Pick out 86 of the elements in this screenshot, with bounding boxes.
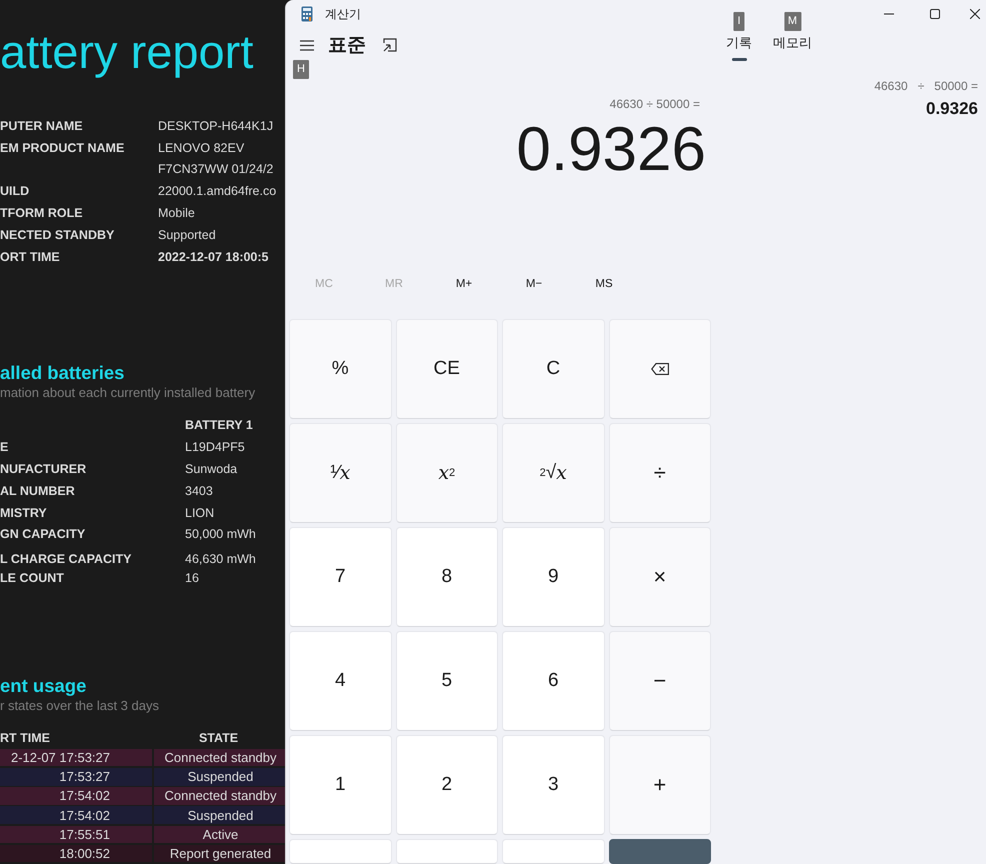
column-header: RT TIME bbox=[0, 730, 50, 747]
digit-key[interactable]: 9 bbox=[502, 527, 604, 627]
function-key[interactable]: CE bbox=[396, 319, 498, 419]
table-cell: Connected standby bbox=[154, 787, 285, 805]
function-key[interactable]: % bbox=[289, 319, 392, 419]
field-label: NECTED STANDBY bbox=[0, 228, 114, 242]
field-value: Mobile bbox=[158, 206, 195, 220]
memory-button[interactable]: M+ bbox=[429, 269, 499, 299]
keytip-badge: H bbox=[293, 60, 309, 79]
table-cell: 2-12-07 17:53:27 bbox=[0, 748, 152, 766]
operator-key[interactable]: + bbox=[608, 735, 711, 835]
field-value: Sunwoda bbox=[185, 462, 238, 476]
window-title: 계산기 bbox=[325, 6, 361, 22]
table-cell: Connected standby bbox=[154, 748, 285, 766]
field-label: GN CAPACITY bbox=[0, 527, 86, 542]
digit-key[interactable]: 1 bbox=[289, 735, 392, 835]
mode-title: 표준 bbox=[328, 34, 366, 58]
field-value: LION bbox=[185, 506, 214, 520]
field-label: EM PRODUCT NAME bbox=[0, 140, 124, 155]
digit-key[interactable]: 4 bbox=[289, 631, 392, 731]
table-cell: 18:00:52 bbox=[0, 844, 152, 862]
field-label: ORT TIME bbox=[0, 250, 60, 264]
digit-key[interactable]: 6 bbox=[502, 631, 604, 731]
field-label: MISTRY bbox=[0, 506, 47, 520]
menu-icon bbox=[300, 40, 314, 50]
field-value: 3403 bbox=[185, 484, 213, 498]
memory-button[interactable]: M− bbox=[499, 269, 569, 299]
keep-on-top-icon[interactable] bbox=[383, 38, 397, 52]
tab[interactable]: 기록 bbox=[726, 34, 752, 61]
field-label: PUTER NAME bbox=[0, 118, 83, 133]
keytip-badge: M bbox=[784, 12, 802, 31]
close-icon[interactable] bbox=[970, 9, 980, 19]
operator-key[interactable]: ÷ bbox=[608, 423, 711, 523]
field-label: LE COUNT bbox=[0, 571, 64, 586]
function-key[interactable]: ¹⁄x bbox=[289, 423, 392, 523]
tab[interactable]: 메모리 bbox=[773, 34, 812, 61]
function-key[interactable]: x$^{2}$ bbox=[396, 423, 498, 523]
table-cell: Suspended bbox=[154, 768, 285, 786]
field-label: NUFACTURER bbox=[0, 462, 86, 476]
history-result[interactable]: 0.9326 bbox=[926, 99, 978, 119]
field-label: UILD bbox=[0, 184, 30, 198]
digit-key[interactable]: 5 bbox=[396, 631, 498, 731]
field-label: E bbox=[0, 440, 8, 454]
expression-text: 46630 ÷ 50000 = bbox=[610, 96, 700, 112]
digit-key[interactable]: 7 bbox=[289, 527, 392, 627]
field-value: 46,630 mWh bbox=[185, 552, 256, 566]
operator-key[interactable]: × bbox=[608, 527, 711, 627]
calculator-icon bbox=[301, 6, 313, 22]
field-label: L CHARGE CAPACITY bbox=[0, 552, 132, 566]
column-header: BATTERY 1 bbox=[185, 418, 253, 432]
section-heading: alled batteries bbox=[0, 362, 124, 384]
section-subtitle: r states over the last 3 days bbox=[0, 696, 159, 715]
digit-key[interactable]: 2 bbox=[396, 735, 498, 835]
section-heading: ent usage bbox=[0, 674, 86, 697]
field-value: F7CN37WW 01/24/2 bbox=[158, 162, 274, 176]
field-value: Supported bbox=[158, 228, 216, 242]
digit-key[interactable]: 3 bbox=[502, 735, 604, 835]
maximize-icon[interactable] bbox=[930, 9, 940, 19]
table-cell: Active bbox=[154, 826, 285, 844]
result-display: 0.9326 bbox=[516, 117, 706, 183]
report-title: attery report bbox=[0, 24, 254, 80]
field-value: L19D4PF5 bbox=[185, 440, 245, 454]
backspace-icon bbox=[650, 363, 669, 375]
function-key[interactable]: C bbox=[502, 319, 604, 419]
field-label: TFORM ROLE bbox=[0, 206, 83, 220]
table-cell: 17:54:02 bbox=[0, 806, 152, 824]
table-cell: Suspended bbox=[154, 806, 285, 824]
digit-key[interactable]: 8 bbox=[396, 527, 498, 627]
field-value: 50,000 mWh bbox=[185, 527, 256, 542]
keytip-badge: I bbox=[733, 12, 745, 31]
table-cell: 17:53:27 bbox=[0, 768, 152, 786]
field-value: DESKTOP-H644K1J bbox=[158, 118, 274, 133]
operator-key[interactable]: − bbox=[608, 631, 711, 731]
column-header: STATE bbox=[198, 730, 238, 747]
table-cell: 17:55:51 bbox=[0, 826, 152, 844]
table-cell: 17:54:02 bbox=[0, 787, 152, 805]
field-value: LENOVO 82EV bbox=[158, 140, 244, 155]
field-value: 16 bbox=[185, 571, 199, 586]
field-value: 22000.1.amd64fre.co bbox=[158, 184, 276, 198]
section-subtitle: mation about each currently installed battery bbox=[0, 384, 256, 402]
memory-button[interactable]: MS bbox=[569, 269, 639, 299]
table-cell: Report generated bbox=[154, 844, 285, 862]
field-label: AL NUMBER bbox=[0, 484, 75, 498]
function-key[interactable]: $^{2}$√x bbox=[502, 423, 604, 523]
field-value: 2022-12-07 18:00:5 bbox=[158, 250, 268, 264]
history-expression[interactable]: 46630 ÷ 50000 = bbox=[874, 79, 978, 93]
